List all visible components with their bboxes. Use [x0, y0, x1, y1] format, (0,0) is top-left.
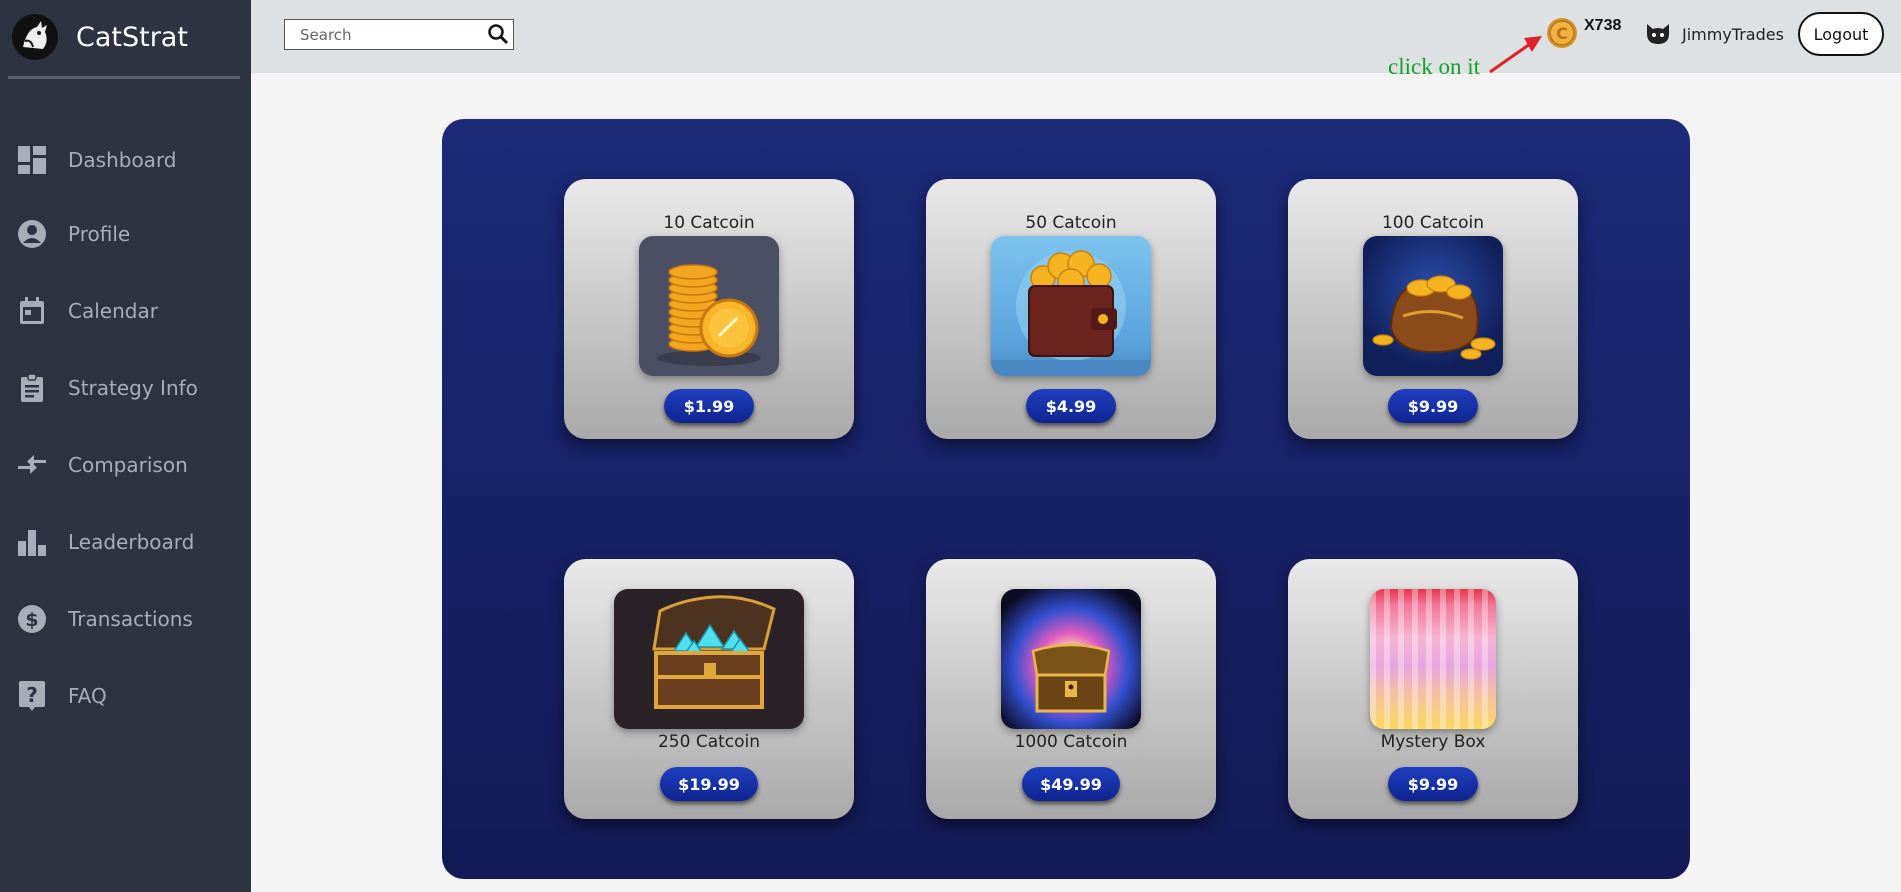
store-item-title: 250 Catcoin	[657, 732, 761, 752]
sidebar-item-label: Transactions	[68, 607, 193, 631]
store-item-title: 50 Catcoin	[1025, 213, 1117, 233]
buy-button[interactable]: $4.99	[1026, 389, 1116, 423]
store-item-card: 100 Catcoin $9.99	[1288, 179, 1578, 439]
store-item-card: 1000 Catcoin $49.99	[926, 559, 1216, 819]
sidebar: CatStrat Dashboard Profile Calendar Stra…	[0, 0, 251, 892]
store-item-card: 250 Catcoin $19.99	[564, 559, 854, 819]
logout-button[interactable]: Logout	[1798, 12, 1884, 56]
cat-logo-icon	[12, 14, 58, 60]
sidebar-item-label: Dashboard	[68, 148, 177, 172]
app-name: CatStrat	[76, 21, 188, 53]
store-item-title: 1000 Catcoin	[1014, 732, 1128, 752]
sidebar-item-label: Calendar	[68, 299, 158, 323]
sidebar-item-leaderboard[interactable]: Leaderboard	[0, 518, 251, 566]
sidebar-item-strategy-info[interactable]: Strategy Info	[0, 364, 251, 412]
search-box	[284, 19, 514, 50]
username[interactable]: JimmyTrades	[1682, 25, 1784, 44]
compare-arrows-icon	[16, 449, 48, 481]
coin-balance: X738	[1584, 17, 1622, 34]
calendar-icon	[16, 295, 48, 327]
annotation-arrow-icon	[1489, 36, 1542, 74]
dollar-icon: $	[16, 603, 48, 635]
sidebar-item-dashboard[interactable]: Dashboard	[0, 136, 251, 184]
dashboard-icon	[16, 144, 48, 176]
annotation-text: click on it	[1388, 54, 1480, 79]
sidebar-item-comparison[interactable]: Comparison	[0, 441, 251, 489]
store-item-card: 50 Catcoin $4.99	[926, 179, 1216, 439]
coin-bag-image	[1363, 236, 1503, 376]
buy-button[interactable]: $19.99	[660, 767, 758, 801]
store-item-card: Mystery Box $9.99	[1288, 559, 1578, 819]
sidebar-item-label: Profile	[68, 222, 131, 246]
store-item-card: 10 Catcoin $1.99	[564, 179, 854, 439]
bar-chart-icon	[16, 526, 48, 558]
brand[interactable]: CatStrat	[12, 12, 188, 62]
clipboard-icon	[16, 372, 48, 404]
store-panel: 10 Catcoin $1.99 50 Catcoin $4.99 100 Ca…	[442, 119, 1690, 879]
sidebar-item-label: FAQ	[68, 684, 107, 708]
sidebar-item-calendar[interactable]: Calendar	[0, 287, 251, 335]
profile-icon	[16, 218, 48, 250]
search-icon[interactable]	[487, 23, 509, 45]
sidebar-item-transactions[interactable]: $ Transactions	[0, 595, 251, 643]
gem-chest-image	[614, 589, 804, 729]
sidebar-item-label: Strategy Info	[68, 376, 198, 400]
wallet-image	[991, 236, 1151, 376]
buy-button[interactable]: $9.99	[1388, 389, 1478, 423]
sidebar-divider	[8, 76, 240, 79]
store-item-title: 10 Catcoin	[663, 213, 755, 233]
treasure-chest-image	[1001, 589, 1141, 729]
buy-button[interactable]: $49.99	[1022, 767, 1120, 801]
mystery-box-image	[1370, 589, 1496, 729]
sidebar-item-profile[interactable]: Profile	[0, 210, 251, 258]
coin-stack-image	[639, 236, 779, 376]
store-item-title: 100 Catcoin	[1381, 213, 1485, 233]
sidebar-item-label: Leaderboard	[68, 530, 195, 554]
buy-button[interactable]: $1.99	[664, 389, 754, 423]
store-item-title: Mystery Box	[1380, 732, 1486, 752]
help-icon: ?	[16, 680, 48, 712]
sidebar-item-label: Comparison	[68, 453, 188, 477]
svg-text:$: $	[25, 609, 38, 631]
github-cat-icon	[1643, 18, 1673, 48]
buy-button[interactable]: $9.99	[1388, 767, 1478, 801]
top-bar: C X738 click on it JimmyTrades Logout	[251, 0, 1901, 79]
svg-text:?: ?	[26, 683, 38, 707]
search-input[interactable]	[285, 20, 480, 49]
sidebar-item-faq[interactable]: ? FAQ	[0, 672, 251, 720]
